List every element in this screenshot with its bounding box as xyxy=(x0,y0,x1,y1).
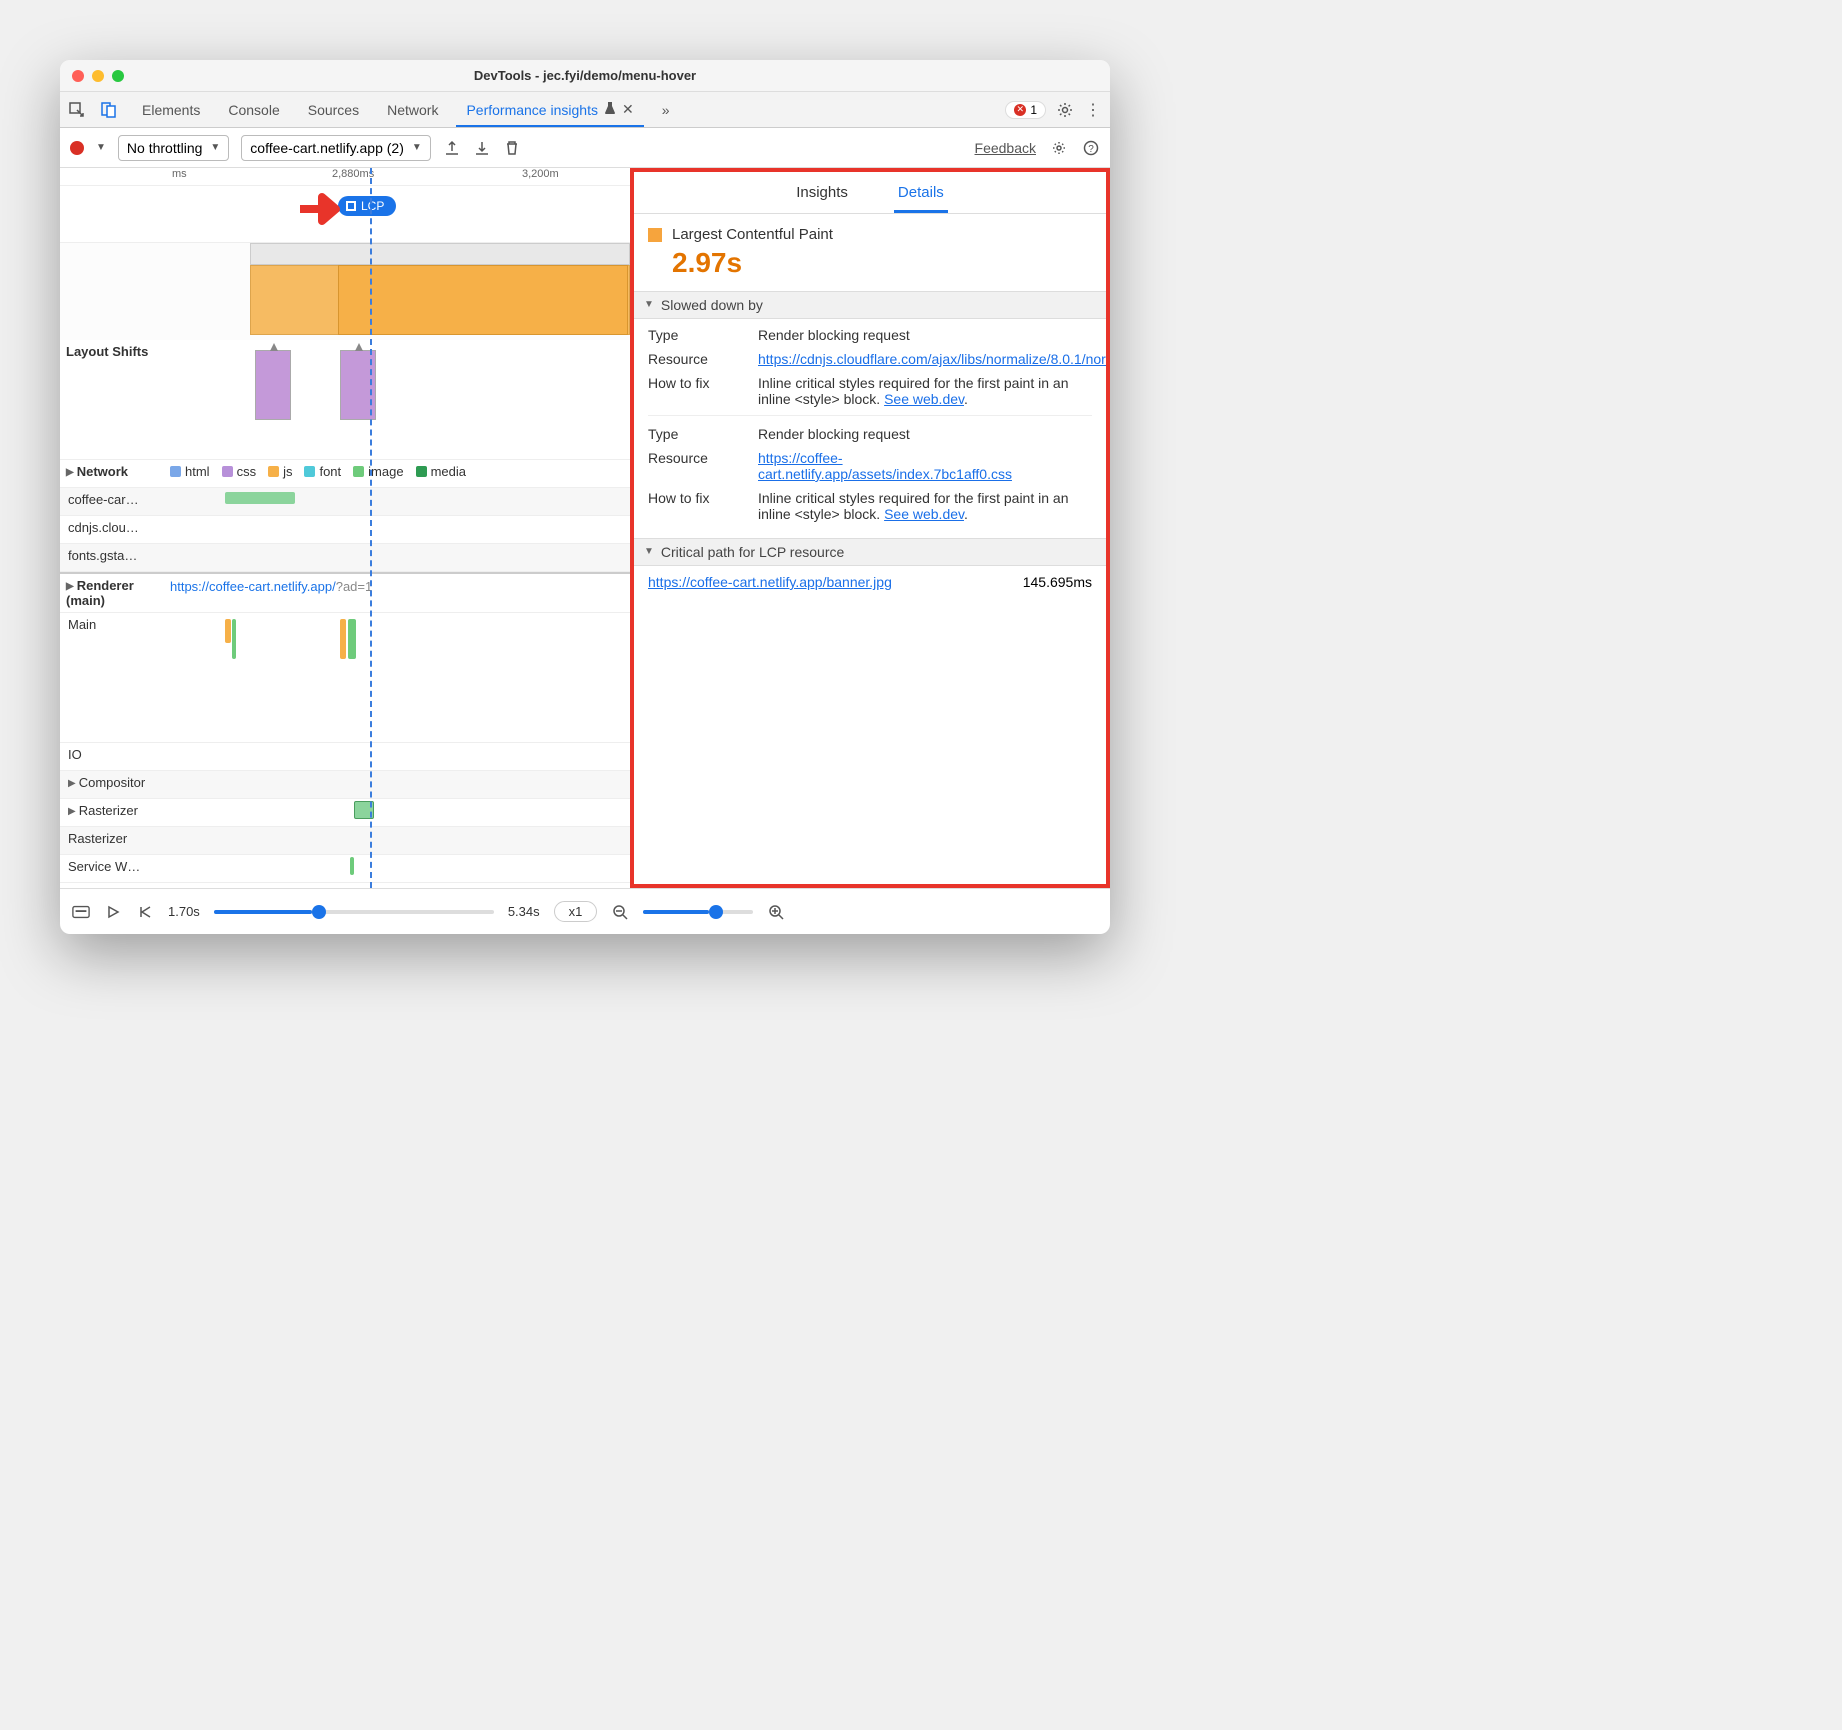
task-bar[interactable] xyxy=(340,619,346,659)
titlebar: DevTools - jec.fyi/demo/menu-hover xyxy=(60,60,1110,92)
timeline-ruler: ms 2,880ms 3,200m xyxy=(60,168,630,186)
network-legend: html css js font image media xyxy=(170,460,630,487)
tab-sources[interactable]: Sources xyxy=(294,92,373,127)
tab-insights-right[interactable]: Insights xyxy=(796,172,848,213)
window-title: DevTools - jec.fyi/demo/menu-hover xyxy=(474,68,696,83)
lcp-square-icon xyxy=(346,201,356,211)
task-bar[interactable] xyxy=(232,619,236,659)
playback-slider[interactable] xyxy=(214,910,494,914)
main-thread-track: Main xyxy=(60,613,630,743)
playhead-line[interactable] xyxy=(370,168,372,888)
help-icon[interactable]: ? xyxy=(1082,139,1100,157)
zoom-in-icon[interactable] xyxy=(767,903,785,921)
annotation-arrow-icon xyxy=(298,192,346,231)
maximize-window-button[interactable] xyxy=(112,70,124,82)
section-slowed-down[interactable]: ▼Slowed down by xyxy=(634,291,1106,319)
playback-bar: 1.70s 5.34s x1 xyxy=(60,888,1110,934)
inspect-icon[interactable] xyxy=(68,101,86,119)
flame-block[interactable] xyxy=(250,243,630,265)
task-bar[interactable] xyxy=(225,619,231,643)
critical-resource-link[interactable]: https://coffee-cart.netlify.app/banner.j… xyxy=(648,574,892,590)
feedback-link[interactable]: Feedback xyxy=(975,140,1036,156)
section-critical-path[interactable]: ▼Critical path for LCP resource xyxy=(634,538,1106,566)
throttling-select[interactable]: No throttling▼ xyxy=(118,135,229,161)
device-toggle-icon[interactable] xyxy=(100,101,118,119)
timeline-panel: ms 2,880ms 3,200m LCP Layout Shifts xyxy=(60,168,630,888)
lcp-marker[interactable]: LCP xyxy=(338,196,396,216)
tab-details-right[interactable]: Details xyxy=(898,172,944,213)
settings-small-gear-icon[interactable] xyxy=(1050,139,1068,157)
recording-select[interactable]: coffee-cart.netlify.app (2)▼ xyxy=(241,135,430,161)
zoom-level[interactable]: x1 xyxy=(554,901,598,922)
resource-link[interactable]: https://coffee-cart.netlify.app/assets/i… xyxy=(758,450,1012,482)
settings-gear-icon[interactable] xyxy=(1056,101,1074,119)
insights-marker-row: LCP xyxy=(60,186,630,242)
resource-link[interactable]: https://cdnjs.cloudflare.com/ajax/libs/n… xyxy=(758,351,1110,367)
lcp-color-swatch-icon xyxy=(648,228,662,242)
minimize-window-button[interactable] xyxy=(92,70,104,82)
renderer-track-header: ▶Renderer (main) https://coffee-cart.net… xyxy=(60,572,630,613)
content-area: ms 2,880ms 3,200m LCP Layout Shifts xyxy=(60,168,1110,888)
play-icon[interactable] xyxy=(104,903,122,921)
lcp-title: Largest Contentful Paint xyxy=(672,226,833,243)
lcp-value: 2.97s xyxy=(672,247,1092,279)
rasterizer-track[interactable]: ▶Rasterizer xyxy=(60,799,630,827)
tab-performance-insights[interactable]: Performance insights ✕ xyxy=(452,92,647,127)
main-flame-track xyxy=(60,242,630,340)
tabs-overflow[interactable]: » xyxy=(648,92,684,127)
window-controls xyxy=(72,70,124,82)
critical-path-row: https://coffee-cart.netlify.app/banner.j… xyxy=(634,566,1106,598)
playback-start-time: 1.70s xyxy=(168,904,200,919)
error-icon: ✕ xyxy=(1014,104,1026,116)
close-tab-icon[interactable]: ✕ xyxy=(622,101,634,118)
devtools-window: DevTools - jec.fyi/demo/menu-hover Eleme… xyxy=(60,60,1110,934)
layout-shift-thumbnail[interactable] xyxy=(255,350,291,420)
delete-icon[interactable] xyxy=(503,139,521,157)
webdev-link[interactable]: See web.dev xyxy=(884,391,964,407)
service-worker-track[interactable]: Service W… xyxy=(60,855,630,883)
network-track-header: ▶Network html css js font image media xyxy=(60,460,630,488)
rewind-icon[interactable] xyxy=(136,903,154,921)
tab-network[interactable]: Network xyxy=(373,92,452,127)
network-row[interactable]: cdnjs.clou… xyxy=(60,516,630,544)
renderer-url-link[interactable]: https://coffee-cart.netlify.app/ xyxy=(170,579,336,594)
record-menu-chevron-icon[interactable]: ▼ xyxy=(96,142,106,153)
zoom-slider[interactable] xyxy=(643,910,753,914)
flask-icon xyxy=(604,101,616,118)
import-icon[interactable] xyxy=(473,139,491,157)
tab-console[interactable]: Console xyxy=(214,92,293,127)
record-button[interactable] xyxy=(70,141,84,155)
network-row[interactable]: coffee-car… xyxy=(60,488,630,516)
io-track[interactable]: IO xyxy=(60,743,630,771)
tab-elements[interactable]: Elements xyxy=(128,92,214,127)
kebab-menu-icon[interactable]: ⋮ xyxy=(1084,101,1102,119)
export-icon[interactable] xyxy=(443,139,461,157)
main-tabbar: Elements Console Sources Network Perform… xyxy=(60,92,1110,128)
network-bar[interactable] xyxy=(225,492,295,504)
rasterizer-track-2[interactable]: Rasterizer xyxy=(60,827,630,855)
network-row[interactable]: fonts.gsta… xyxy=(60,544,630,572)
details-panel: Insights Details Largest Contentful Pain… xyxy=(630,168,1110,888)
playback-end-time: 5.34s xyxy=(508,904,540,919)
task-bar[interactable] xyxy=(348,619,356,659)
zoom-out-icon[interactable] xyxy=(611,903,629,921)
lcp-summary: Largest Contentful Paint 2.97s xyxy=(634,214,1106,291)
slowed-down-item-1: TypeRender blocking request Resourcehttp… xyxy=(634,319,1106,538)
screenshots-toggle-icon[interactable] xyxy=(72,903,90,921)
close-window-button[interactable] xyxy=(72,70,84,82)
layout-shifts-track: Layout Shifts xyxy=(60,340,630,460)
insights-toolbar: ▼ No throttling▼ coffee-cart.netlify.app… xyxy=(60,128,1110,168)
details-tabbar: Insights Details xyxy=(634,172,1106,214)
svg-text:?: ? xyxy=(1088,144,1094,155)
error-count-badge[interactable]: ✕ 1 xyxy=(1005,101,1046,119)
task-bar[interactable] xyxy=(350,857,354,875)
critical-resource-time: 145.695ms xyxy=(1023,574,1092,590)
compositor-track[interactable]: ▶Compositor xyxy=(60,771,630,799)
webdev-link[interactable]: See web.dev xyxy=(884,506,964,522)
flame-block[interactable] xyxy=(338,265,628,335)
